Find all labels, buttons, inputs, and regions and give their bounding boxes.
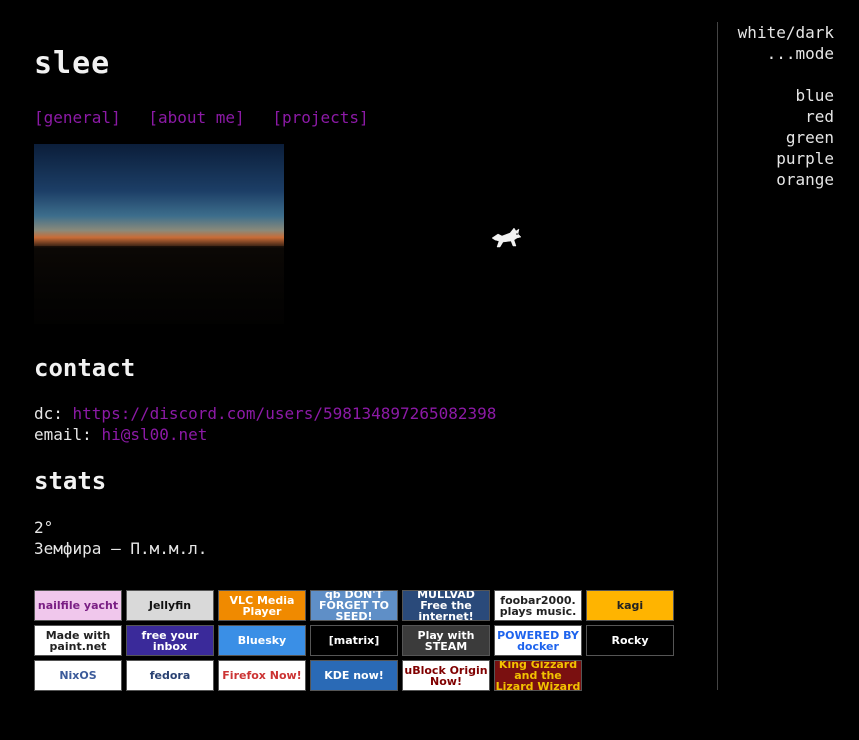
color-option-red[interactable]: red [738,106,834,127]
color-option-green[interactable]: green [738,127,834,148]
discord-link[interactable]: https://discord.com/users/59813489726508… [73,404,497,423]
vertical-divider [717,22,718,690]
badge-bluesky[interactable]: Bluesky [218,625,306,656]
now-playing-stat: Земфира – П.м.м.л. [34,539,208,558]
badge-matrix[interactable]: [matrix] [310,625,398,656]
badge-rocky[interactable]: Rocky [586,625,674,656]
contact-heading: contact [34,354,136,382]
badge-foobar2000[interactable]: foobar2000. plays music. [494,590,582,621]
mode-toggle-line1[interactable]: white/dark [738,22,834,43]
nav-links: [general] [about me] [projects] [34,108,387,127]
email-link[interactable]: hi@sl00.net [101,425,207,444]
discord-line: dc: https://discord.com/users/5981348972… [34,404,496,423]
color-option-blue[interactable]: blue [738,85,834,106]
email-label: email: [34,425,102,444]
badge-qbittorrent[interactable]: qb DON'T FORGET TO SEED! [310,590,398,621]
badge-nailfile[interactable]: nailfile yacht [34,590,122,621]
sunset-photo [34,144,284,324]
nav-about-me-link[interactable]: [about me] [148,108,244,127]
theme-sidebar: white/dark ...mode blue red green purple… [738,22,834,190]
badge-vlc[interactable]: VLC Media Player [218,590,306,621]
nav-general-link[interactable]: [general] [34,108,121,127]
badge-mullvad[interactable]: MULLVAD Free the internet! [402,590,490,621]
stats-heading: stats [34,467,107,495]
badge-fedora[interactable]: fedora [126,660,214,691]
badge-free-inbox[interactable]: free your inbox [126,625,214,656]
badge-king-gizzard[interactable]: King Gizzard and the Lizard Wizard [494,660,582,691]
badge-kagi[interactable]: kagi [586,590,674,621]
nav-projects-link[interactable]: [projects] [272,108,368,127]
color-option-purple[interactable]: purple [738,148,834,169]
badge-docker[interactable]: POWERED BY docker [494,625,582,656]
page-title: slee [34,46,111,81]
running-cat-icon [491,227,522,248]
badge-nixos[interactable]: NixOS [34,660,122,691]
temperature-stat: 2° [34,518,54,537]
badge-kde[interactable]: KDE now! [310,660,398,691]
color-option-orange[interactable]: orange [738,169,834,190]
badge-ublock[interactable]: uBlock Origin Now! [402,660,490,691]
email-line: email: hi@sl00.net [34,425,207,444]
badge-steam[interactable]: Play with STEAM [402,625,490,656]
badge-paintnet[interactable]: Made with paint.net [34,625,122,656]
badge-jellyfin[interactable]: Jellyfin [126,590,214,621]
discord-label: dc: [34,404,73,423]
mode-toggle-line2[interactable]: ...mode [738,43,834,64]
badge-firefox[interactable]: Firefox Now! [218,660,306,691]
